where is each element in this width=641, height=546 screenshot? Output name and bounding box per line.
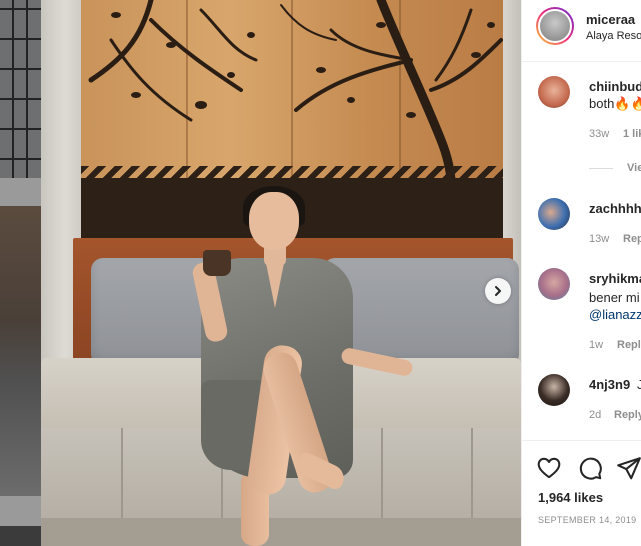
likes-count[interactable]: 1,964 likes (538, 490, 603, 505)
share-button[interactable] (616, 455, 641, 481)
post-actions: 1,964 likes SEPTEMBER 14, 2019 (522, 440, 641, 546)
coffee-mug (203, 250, 231, 276)
post-details-panel: miceraa Alaya Reso chiinbud both🔥🔥 33w 1… (521, 0, 641, 546)
speech-bubble-icon (579, 457, 602, 480)
comment-username[interactable]: zachhhh (589, 201, 641, 216)
heart-icon (537, 457, 561, 479)
comment-button[interactable] (577, 455, 603, 481)
reply-button[interactable]: Repl (623, 233, 641, 245)
comment-username[interactable]: sryhikma (589, 271, 641, 286)
post-photo[interactable] (41, 0, 521, 546)
avatar[interactable] (538, 198, 570, 230)
comment-time[interactable]: 33w (589, 128, 609, 140)
post-header: miceraa Alaya Reso (522, 0, 641, 62)
post-location[interactable]: Alaya Reso (586, 30, 641, 42)
comment-likes[interactable]: 1 lik (623, 128, 641, 140)
view-replies-button[interactable]: Vie (627, 162, 641, 174)
reply-button[interactable]: Reply (614, 409, 641, 421)
background-window (0, 0, 41, 178)
comment-text: J (637, 377, 641, 392)
comment-text: both🔥🔥 (589, 96, 641, 111)
author-username[interactable]: miceraa (586, 12, 635, 27)
avatar[interactable] (538, 268, 570, 300)
comment-time[interactable]: 13w (589, 233, 609, 245)
background-page (0, 0, 41, 546)
chevron-right-icon (495, 286, 501, 296)
comment-text: bener mi (589, 290, 640, 305)
replies-divider (589, 168, 613, 169)
comment-username[interactable]: chiinbud (589, 79, 641, 94)
comment-time[interactable]: 1w (589, 339, 603, 351)
avatar[interactable] (538, 76, 570, 108)
next-photo-button[interactable] (485, 278, 511, 304)
like-button[interactable] (536, 455, 562, 481)
comment-username[interactable]: 4nj3n9 (589, 377, 630, 392)
post-date[interactable]: SEPTEMBER 14, 2019 (538, 515, 636, 525)
reply-button[interactable]: Reply (617, 339, 641, 351)
comment-mention[interactable]: @lianazz (589, 307, 641, 322)
author-avatar[interactable] (536, 7, 574, 45)
comment-time[interactable]: 2d (589, 409, 601, 421)
paper-plane-icon (617, 457, 641, 480)
avatar[interactable] (538, 374, 570, 406)
